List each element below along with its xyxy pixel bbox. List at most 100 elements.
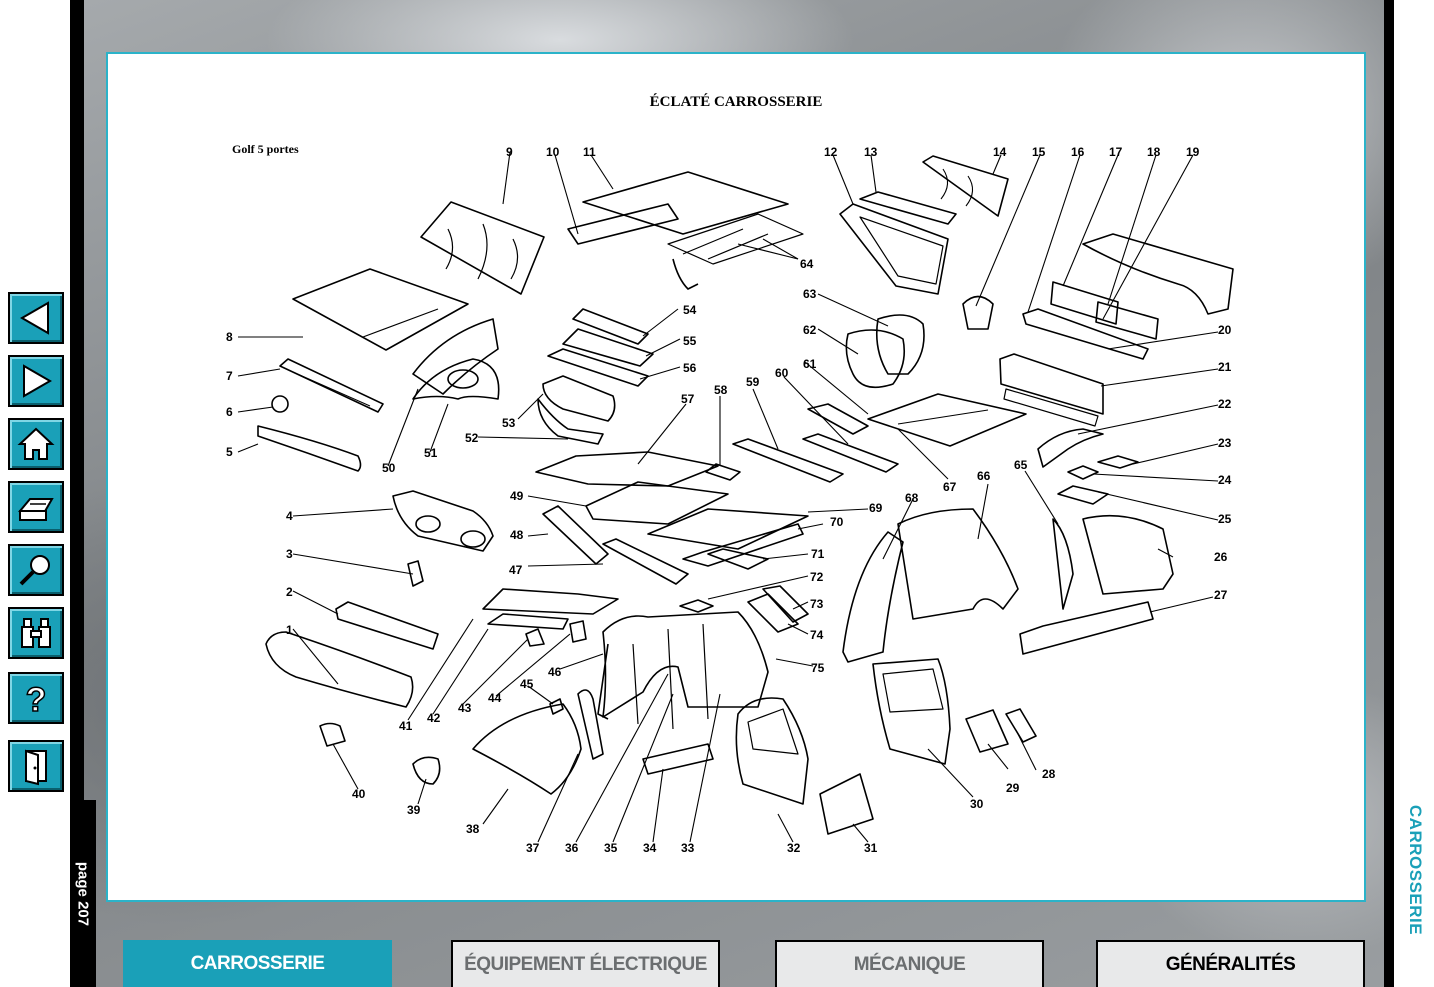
- print-button[interactable]: [8, 481, 64, 533]
- part-windshield: [420, 201, 545, 295]
- part-number: 28: [1042, 767, 1056, 781]
- help-button[interactable]: ?: [8, 672, 64, 724]
- part-number: 19: [1186, 145, 1200, 159]
- part-front-panel: [392, 490, 494, 552]
- search-button[interactable]: [8, 544, 64, 596]
- part-number: 13: [864, 145, 878, 159]
- part-number: 34: [643, 841, 657, 855]
- part-59: [732, 438, 844, 483]
- part-number: 45: [520, 677, 534, 691]
- part-26: [1082, 514, 1174, 595]
- part-number: 61: [803, 357, 817, 371]
- part-roof-frame-front: [567, 203, 679, 245]
- part-body-side: [602, 611, 769, 718]
- part-44: [569, 620, 587, 643]
- part-65: [1052, 518, 1074, 610]
- part-number: 10: [546, 145, 560, 159]
- part-23: [1097, 455, 1139, 469]
- part-number: 26: [1214, 550, 1228, 564]
- part-number: 16: [1071, 145, 1085, 159]
- next-page-button[interactable]: [8, 355, 64, 407]
- part-number: 36: [565, 841, 579, 855]
- tab-equipement-electrique[interactable]: ÉQUIPEMENT ÉLECTRIQUE: [451, 940, 720, 987]
- part-number: 51: [424, 446, 438, 460]
- part-bumper-bar: [335, 601, 439, 650]
- part-number: 69: [869, 501, 883, 515]
- part-40: [319, 722, 346, 747]
- part-number: 67: [943, 480, 957, 494]
- part-74: [747, 593, 799, 633]
- part-number: 31: [864, 841, 878, 855]
- part-number: 15: [1032, 145, 1046, 159]
- part-number: 62: [803, 323, 817, 337]
- part-55: [562, 328, 654, 367]
- part-number: 49: [510, 489, 524, 503]
- part-number: 54: [683, 303, 697, 317]
- part-rear-bumper: [1082, 233, 1234, 315]
- part-61: [807, 403, 869, 435]
- tab-carrosserie[interactable]: CARROSSERIE: [123, 940, 392, 987]
- part-73: [762, 585, 809, 623]
- part-number: 20: [1218, 323, 1232, 337]
- part-number: 65: [1014, 458, 1028, 472]
- part-door-glass-28: [1005, 708, 1037, 743]
- part-68: [842, 531, 904, 663]
- part-number: 6: [226, 405, 233, 419]
- part-71: [707, 548, 769, 570]
- part-48: [542, 505, 609, 565]
- part-41: [482, 588, 619, 615]
- part-49: [585, 481, 729, 525]
- part-rear-panel-16: [1022, 308, 1149, 360]
- home-button[interactable]: [8, 418, 64, 470]
- section-side-title: CARROSSERIE: [1400, 790, 1430, 950]
- exit-door-icon: [25, 749, 47, 786]
- part-inner-wing-51: [412, 358, 500, 400]
- diagram-panel: ÉCLATÉ CARROSSERIE Golf 5 portes 9 10 11…: [106, 52, 1366, 902]
- part-number: 40: [352, 787, 366, 801]
- find-button[interactable]: [8, 607, 64, 659]
- part-badge: [271, 395, 289, 413]
- part-58: [705, 463, 741, 481]
- part-front-wing: [472, 703, 582, 795]
- part-number: 3: [286, 547, 293, 561]
- tab-generalites[interactable]: GÉNÉRALITÉS: [1096, 940, 1365, 987]
- part-roof: [582, 171, 789, 235]
- section-side-text: CARROSSERIE: [1406, 804, 1425, 936]
- part-rear-floor: [867, 393, 1027, 447]
- part-number: 44: [488, 691, 502, 705]
- right-black-bar: [1384, 0, 1394, 987]
- tab-mecanique[interactable]: MÉCANIQUE: [775, 940, 1044, 987]
- part-number: 17: [1109, 145, 1123, 159]
- part-door-glass-31: [819, 773, 874, 835]
- part-number: 50: [382, 461, 396, 475]
- part-number: 64: [800, 257, 814, 271]
- part-25: [1057, 485, 1109, 505]
- help-icon: ?: [25, 680, 47, 718]
- part-70: [682, 523, 804, 567]
- part-52: [537, 398, 604, 445]
- part-number: 11: [583, 145, 596, 159]
- part-number: 59: [746, 375, 760, 389]
- part-number: 55: [683, 334, 697, 348]
- previous-page-button[interactable]: [8, 292, 64, 344]
- part-number: 60: [775, 366, 789, 380]
- part-number: 70: [830, 515, 844, 529]
- page-number-label: page 207: [70, 800, 96, 987]
- part-number: 24: [1218, 473, 1232, 487]
- part-number: 63: [803, 287, 817, 301]
- part-43: [525, 628, 545, 647]
- part-66: [897, 508, 1019, 620]
- part-roof-bows: [667, 213, 804, 265]
- binoculars-icon: [21, 618, 51, 648]
- part-number: 2: [286, 585, 293, 599]
- part-number: 9: [506, 145, 513, 159]
- exit-button[interactable]: [8, 740, 64, 792]
- part-front-bumper: [265, 631, 414, 708]
- part-24: [1067, 465, 1099, 480]
- part-number: 42: [427, 711, 441, 725]
- part-39: [412, 756, 441, 785]
- part-number: 30: [970, 797, 984, 811]
- part-number: 18: [1147, 145, 1161, 159]
- part-number: 58: [714, 383, 728, 397]
- part-number: 53: [502, 416, 516, 430]
